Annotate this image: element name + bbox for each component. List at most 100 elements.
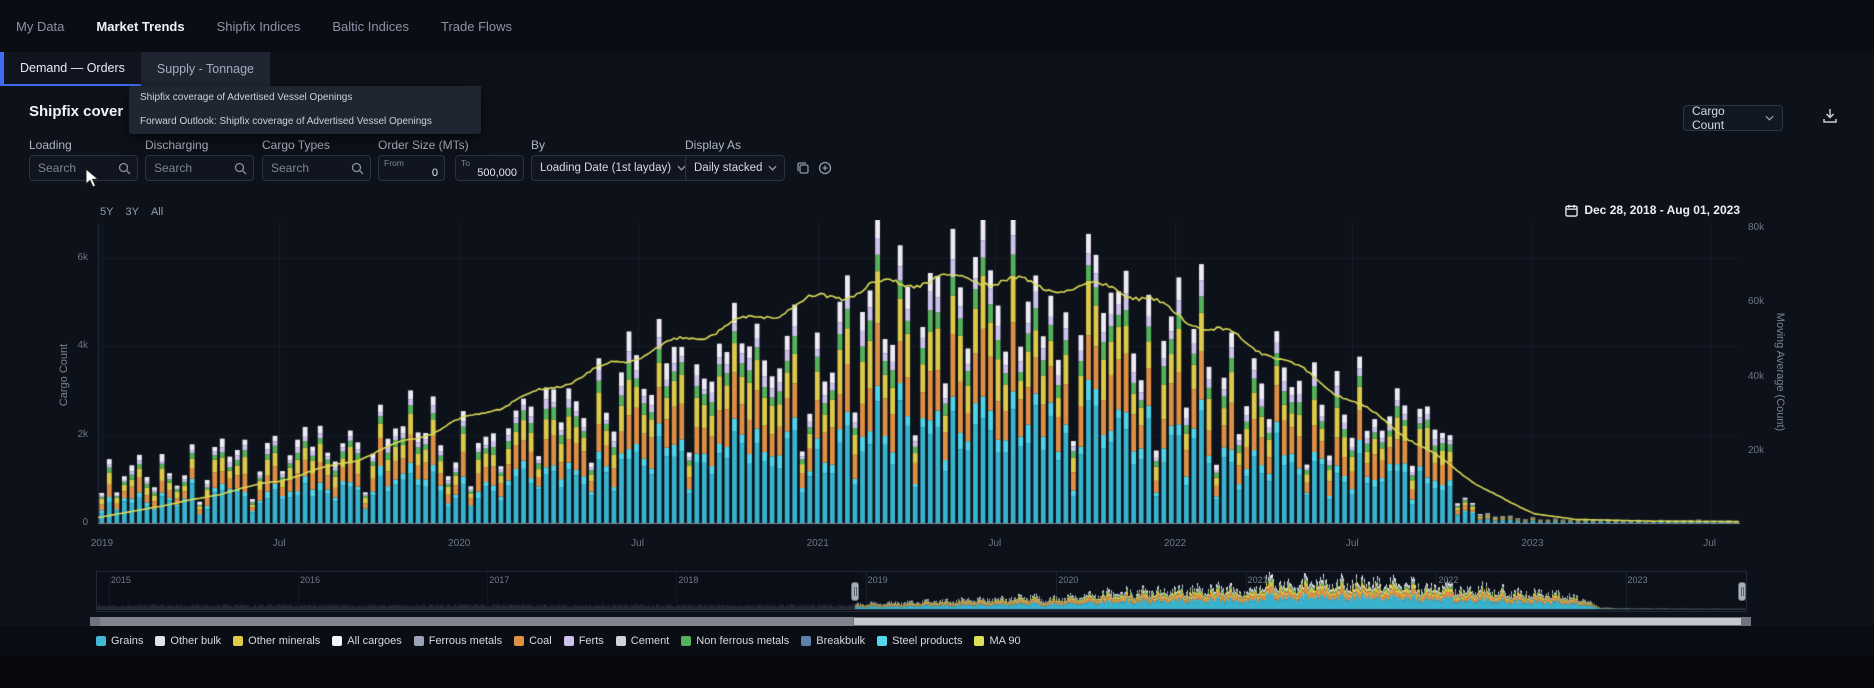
sub-tab-bar: Demand — Orders Supply - Tonnage (0, 52, 1874, 86)
range-button-all[interactable]: All (151, 206, 163, 218)
main-chart-canvas[interactable] (96, 220, 1746, 528)
legend-swatch (96, 636, 106, 646)
range-button-5y[interactable]: 5Y (100, 206, 113, 218)
display-as-select-value: Daily stacked (694, 162, 762, 174)
legend-swatch (801, 636, 811, 646)
legend-label: Other bulk (170, 635, 221, 647)
order-size-from-input[interactable] (379, 156, 444, 180)
date-range-text: Dec 28, 2018 - Aug 01, 2023 (1584, 203, 1740, 217)
chevron-down-icon (1765, 115, 1774, 121)
metric-select-value: Cargo Count (1692, 104, 1759, 132)
chart-legend: Grains Other bulk Other minerals All cargoe… (96, 630, 1021, 652)
x-axis-tick: Jul (971, 538, 1019, 550)
range-scrollbar-thumb[interactable] (853, 617, 1746, 626)
legend-item-breakbulk[interactable]: Breakbulk (801, 635, 865, 647)
legend-item-ma-90[interactable]: MA 90 (974, 635, 1020, 647)
range-buttons: 5Y 3Y All (100, 206, 163, 218)
legend-label: MA 90 (989, 635, 1020, 647)
navigator-handle-right[interactable] (1738, 582, 1746, 601)
display-as-select[interactable]: Daily stacked (685, 155, 785, 181)
y-axis-title-right: Moving Average (Count) (1774, 313, 1786, 431)
menu-item-forward-outlook-vessel-openings[interactable]: Forward Outlook: Shipfix coverage of Adv… (129, 110, 481, 134)
minimap-canvas[interactable] (97, 572, 1746, 611)
legend-item-steel-products[interactable]: Steel products (877, 635, 962, 647)
minimap-year-label: 2023 (1628, 574, 1648, 586)
nav-shipfix-indices[interactable]: Shipfix Indices (217, 19, 301, 34)
search-icon (118, 162, 131, 175)
legend-item-non-ferrous-metals[interactable]: Non ferrous metals (681, 635, 789, 647)
nav-my-data[interactable]: My Data (16, 19, 64, 34)
filter-loading: Loading (29, 138, 138, 181)
minimap-year-label: 2019 (868, 574, 888, 586)
date-range-picker[interactable]: Dec 28, 2018 - Aug 01, 2023 (1565, 203, 1740, 217)
x-axis-tick: 2019 (78, 538, 126, 550)
y-axis-tick-right: 60k (1748, 296, 1764, 308)
menu-item-shipfix-coverage-vessel-openings[interactable]: Shipfix coverage of Advertised Vessel Op… (129, 86, 481, 110)
copy-icon[interactable] (795, 160, 811, 176)
legend-item-coal[interactable]: Coal (514, 635, 552, 647)
x-axis-tick: 2023 (1508, 538, 1556, 550)
y-axis-tick-right: 80k (1748, 222, 1764, 234)
filter-order-size: Order Size (MTs) From To (378, 138, 524, 181)
filter-cargo-types-label: Cargo Types (262, 138, 371, 155)
metric-select[interactable]: Cargo Count (1683, 105, 1783, 131)
y-axis-tick-right: 20k (1748, 445, 1764, 457)
legend-label: Ferrous metals (429, 635, 502, 647)
search-icon (351, 162, 364, 175)
legend-label: Grains (111, 635, 143, 647)
x-axis-tick: Jul (255, 538, 303, 550)
bottom-fill (0, 656, 1874, 688)
legend-swatch (233, 636, 243, 646)
legend-item-other-bulk[interactable]: Other bulk (155, 635, 221, 647)
legend-item-ferts[interactable]: Ferts (564, 635, 604, 647)
filter-discharging-label: Discharging (145, 138, 254, 155)
nav-market-trends[interactable]: Market Trends (96, 19, 184, 34)
legend-item-grains[interactable]: Grains (96, 635, 143, 647)
by-select[interactable]: Loading Date (1st layday) (531, 155, 693, 181)
y-axis-title-left: Cargo Count (58, 344, 70, 406)
nav-baltic-indices[interactable]: Baltic Indices (332, 19, 409, 34)
download-icon[interactable] (1820, 106, 1840, 126)
y-axis-tick-right: 40k (1748, 371, 1764, 383)
legend-swatch (155, 636, 165, 646)
legend-label: Breakbulk (816, 635, 865, 647)
legend-label: Non ferrous metals (696, 635, 789, 647)
legend-swatch (616, 636, 626, 646)
legend-item-other-minerals[interactable]: Other minerals (233, 635, 320, 647)
legend-swatch (564, 636, 574, 646)
scrollbar-left-arrow[interactable] (90, 617, 100, 626)
nav-trade-flows[interactable]: Trade Flows (441, 19, 512, 34)
scrollbar-right-arrow[interactable] (1741, 617, 1751, 626)
x-axis-tick: 2021 (794, 538, 842, 550)
legend-swatch (414, 636, 424, 646)
x-axis-tick: 2022 (1151, 538, 1199, 550)
filter-order-size-label: Order Size (MTs) (378, 138, 524, 155)
y-axis-tick-left: 0 (56, 517, 88, 529)
navigator-handle-left[interactable] (851, 582, 859, 601)
zoom-in-icon[interactable] (817, 160, 833, 176)
calendar-icon (1565, 204, 1578, 217)
minimap-year-label: 2015 (111, 574, 131, 586)
y-axis-tick-left: 6k (56, 252, 88, 264)
legend-label: Other minerals (248, 635, 320, 647)
legend-label: Ferts (579, 635, 604, 647)
legend-label: All cargoes (347, 635, 401, 647)
legend-item-cement[interactable]: Cement (616, 635, 670, 647)
tab-supply-tonnage[interactable]: Supply - Tonnage (141, 52, 270, 86)
minimap-year-label: 2017 (489, 574, 509, 586)
page-title: Shipfix cover (29, 103, 123, 120)
filter-by: By Loading Date (1st layday) (531, 138, 693, 181)
minimap-year-label: 2020 (1058, 574, 1078, 586)
legend-item-ferrous-metals[interactable]: Ferrous metals (414, 635, 502, 647)
legend-item-all-cargoes[interactable]: All cargoes (332, 635, 401, 647)
by-select-value: Loading Date (1st layday) (540, 162, 671, 174)
order-size-to-input[interactable] (456, 156, 523, 180)
legend-swatch (974, 636, 984, 646)
legend-label: Steel products (892, 635, 962, 647)
supply-tonnage-menu: Shipfix coverage of Advertised Vessel Op… (129, 86, 481, 134)
tab-demand-orders[interactable]: Demand — Orders (4, 52, 141, 86)
chevron-down-icon (768, 165, 777, 171)
legend-swatch (877, 636, 887, 646)
range-button-3y[interactable]: 3Y (125, 206, 138, 218)
navigator-minimap[interactable] (96, 571, 1747, 612)
